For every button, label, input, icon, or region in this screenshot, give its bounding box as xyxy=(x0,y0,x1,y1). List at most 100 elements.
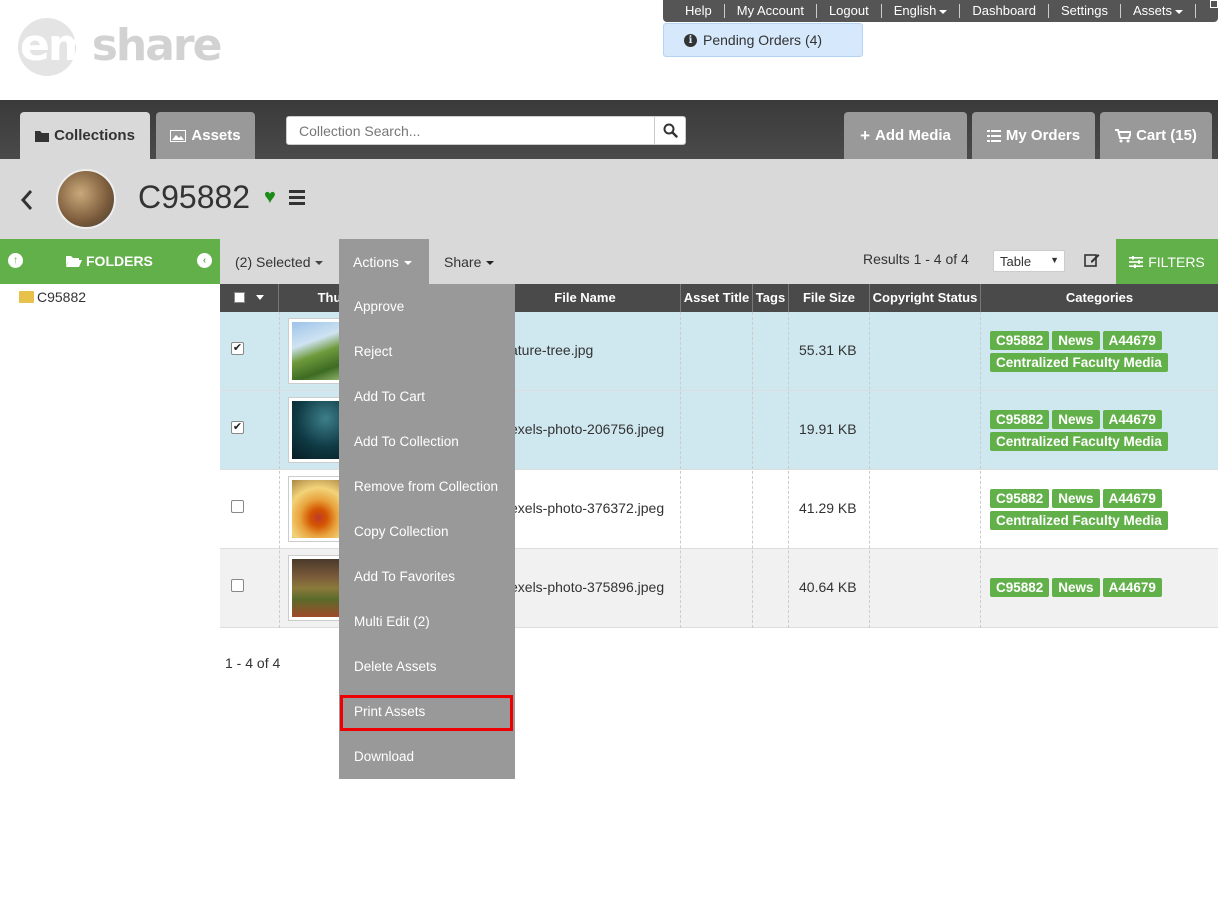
tab-assets[interactable]: Assets xyxy=(156,112,255,159)
select-all-header[interactable] xyxy=(220,284,279,312)
edit-icon[interactable] xyxy=(1084,252,1100,268)
col-file-size[interactable]: File Size xyxy=(789,284,870,312)
menu-item-approve[interactable]: Approve xyxy=(339,284,515,329)
logout-link[interactable]: Logout xyxy=(817,4,882,18)
menu-item-add-to-cart[interactable]: Add To Cart xyxy=(339,374,515,419)
row-checkbox[interactable] xyxy=(231,579,244,592)
file-name: exels-photo-375896.jpeg xyxy=(510,579,665,595)
arrow-up-circle-icon[interactable]: ↑ xyxy=(8,253,23,268)
category-tag[interactable]: Centralized Faculty Media xyxy=(990,353,1168,372)
chevron-left-icon[interactable] xyxy=(20,189,34,211)
menu-item-download[interactable]: Download xyxy=(339,734,515,779)
collection-avatar xyxy=(56,169,116,229)
menu-item-copy-collection[interactable]: Copy Collection xyxy=(339,509,515,554)
folders-label: FOLDERS xyxy=(66,253,153,269)
row-checkbox[interactable]: ✔ xyxy=(231,421,244,434)
folders-header: ↑ FOLDERS ‹ xyxy=(0,239,220,284)
menu-item-multi-edit[interactable]: Multi Edit (2) xyxy=(339,599,515,644)
select-all-checkbox[interactable] xyxy=(233,292,245,303)
collection-search-input[interactable] xyxy=(287,117,655,144)
category-tag[interactable]: Centralized Faculty Media xyxy=(990,432,1168,451)
thumbnail-image xyxy=(292,401,340,459)
category-tag[interactable]: C95882 xyxy=(990,331,1050,350)
category-tag[interactable]: A44679 xyxy=(1102,489,1162,508)
col-categories[interactable]: Categories xyxy=(981,284,1218,312)
category-tags: C95882 News A44679 Centralized Faculty Medi… xyxy=(990,489,1210,533)
folder-tree-item[interactable]: C95882 xyxy=(19,289,86,305)
view-mode-value: Table xyxy=(1000,254,1032,269)
col-tags[interactable]: Tags xyxy=(753,284,789,312)
logo[interactable]: emshare xyxy=(18,18,222,78)
my-orders-label: My Orders xyxy=(1005,127,1081,144)
category-tags: C95882 News A44679 Centralized Faculty Medi… xyxy=(990,331,1210,375)
sliders-icon xyxy=(1129,255,1144,268)
asset-thumbnail[interactable] xyxy=(288,318,344,384)
settings-link[interactable]: Settings xyxy=(1049,4,1121,18)
menu-item-remove-from-collection[interactable]: Remove from Collection xyxy=(339,464,515,509)
file-size: 41.29 KB xyxy=(799,500,857,516)
share-label: Share xyxy=(444,254,482,270)
assets-dropdown[interactable]: Assets xyxy=(1121,4,1196,18)
share-dropdown[interactable]: Share xyxy=(444,254,495,270)
actions-dropdown[interactable]: Actions xyxy=(339,239,429,284)
row-checkbox[interactable]: ✔ xyxy=(231,342,244,355)
asset-thumbnail[interactable] xyxy=(288,476,344,542)
category-tag[interactable]: C95882 xyxy=(990,489,1050,508)
category-tag[interactable]: News xyxy=(1052,489,1100,508)
hamburger-menu-icon[interactable] xyxy=(289,190,305,205)
list-icon xyxy=(986,129,1001,142)
my-account-link[interactable]: My Account xyxy=(725,4,817,18)
menu-item-reject[interactable]: Reject xyxy=(339,329,515,374)
view-mode-select[interactable]: Table ▼ xyxy=(993,250,1065,272)
category-tag[interactable]: News xyxy=(1052,578,1100,597)
tab-collections[interactable]: Collections xyxy=(20,112,150,159)
category-tag[interactable]: News xyxy=(1052,410,1100,429)
column-divider xyxy=(980,312,981,628)
caret-down-icon[interactable] xyxy=(256,295,265,300)
language-label: English xyxy=(893,3,937,18)
column-divider xyxy=(680,312,681,628)
category-tag[interactable]: C95882 xyxy=(990,410,1050,429)
menu-item-add-to-favorites[interactable]: Add To Favorites xyxy=(339,554,515,599)
help-link[interactable]: Help xyxy=(673,4,725,18)
category-tag[interactable]: Centralized Faculty Media xyxy=(990,511,1168,530)
cart-button[interactable]: Cart (15) xyxy=(1100,112,1212,159)
my-orders-button[interactable]: My Orders xyxy=(972,112,1095,159)
category-tags: C95882 News A44679 xyxy=(990,578,1210,600)
dashboard-link[interactable]: Dashboard xyxy=(960,4,1049,18)
search-button[interactable] xyxy=(654,117,685,144)
cart-icon xyxy=(1115,128,1132,142)
pagination-summary: 1 - 4 of 4 xyxy=(225,655,281,671)
filters-label: FILTERS xyxy=(1148,253,1205,270)
category-tag[interactable]: C95882 xyxy=(990,578,1050,597)
col-copyright-status[interactable]: Copyright Status xyxy=(870,284,981,312)
cart-label: Cart (15) xyxy=(1136,127,1197,144)
menu-item-add-to-collection[interactable]: Add To Collection xyxy=(339,419,515,464)
logo-text-share: share xyxy=(91,20,223,71)
language-dropdown[interactable]: English xyxy=(882,4,961,18)
menu-item-delete-assets[interactable]: Delete Assets xyxy=(339,644,515,689)
category-tag[interactable]: News xyxy=(1052,331,1100,350)
asset-thumbnail[interactable] xyxy=(288,555,344,621)
asset-thumbnail[interactable] xyxy=(288,397,344,463)
plus-icon: + xyxy=(860,125,871,145)
category-tag[interactable]: A44679 xyxy=(1102,578,1162,597)
caret-down-icon xyxy=(315,261,324,266)
pending-orders-label: Pending Orders (4) xyxy=(703,32,823,48)
category-tag[interactable]: A44679 xyxy=(1102,331,1162,350)
filters-button[interactable]: FILTERS xyxy=(1116,239,1218,284)
category-tag[interactable]: A44679 xyxy=(1102,410,1162,429)
chevron-left-circle-icon[interactable]: ‹ xyxy=(197,253,212,268)
images-icon xyxy=(170,129,187,142)
heart-icon[interactable]: ♥ xyxy=(264,186,276,209)
pending-orders-button[interactable]: i Pending Orders (4) xyxy=(663,23,863,57)
thumbnail-image xyxy=(292,559,340,617)
add-media-label: Add Media xyxy=(875,127,951,144)
collection-title: C95882 xyxy=(138,179,251,215)
row-checkbox[interactable] xyxy=(231,500,244,513)
folder-open-icon xyxy=(66,256,82,267)
add-media-button[interactable]: + Add Media xyxy=(844,112,967,159)
selected-dropdown[interactable]: (2) Selected xyxy=(235,254,324,270)
actions-label: Actions xyxy=(353,254,399,270)
col-asset-title[interactable]: Asset Title xyxy=(681,284,753,312)
